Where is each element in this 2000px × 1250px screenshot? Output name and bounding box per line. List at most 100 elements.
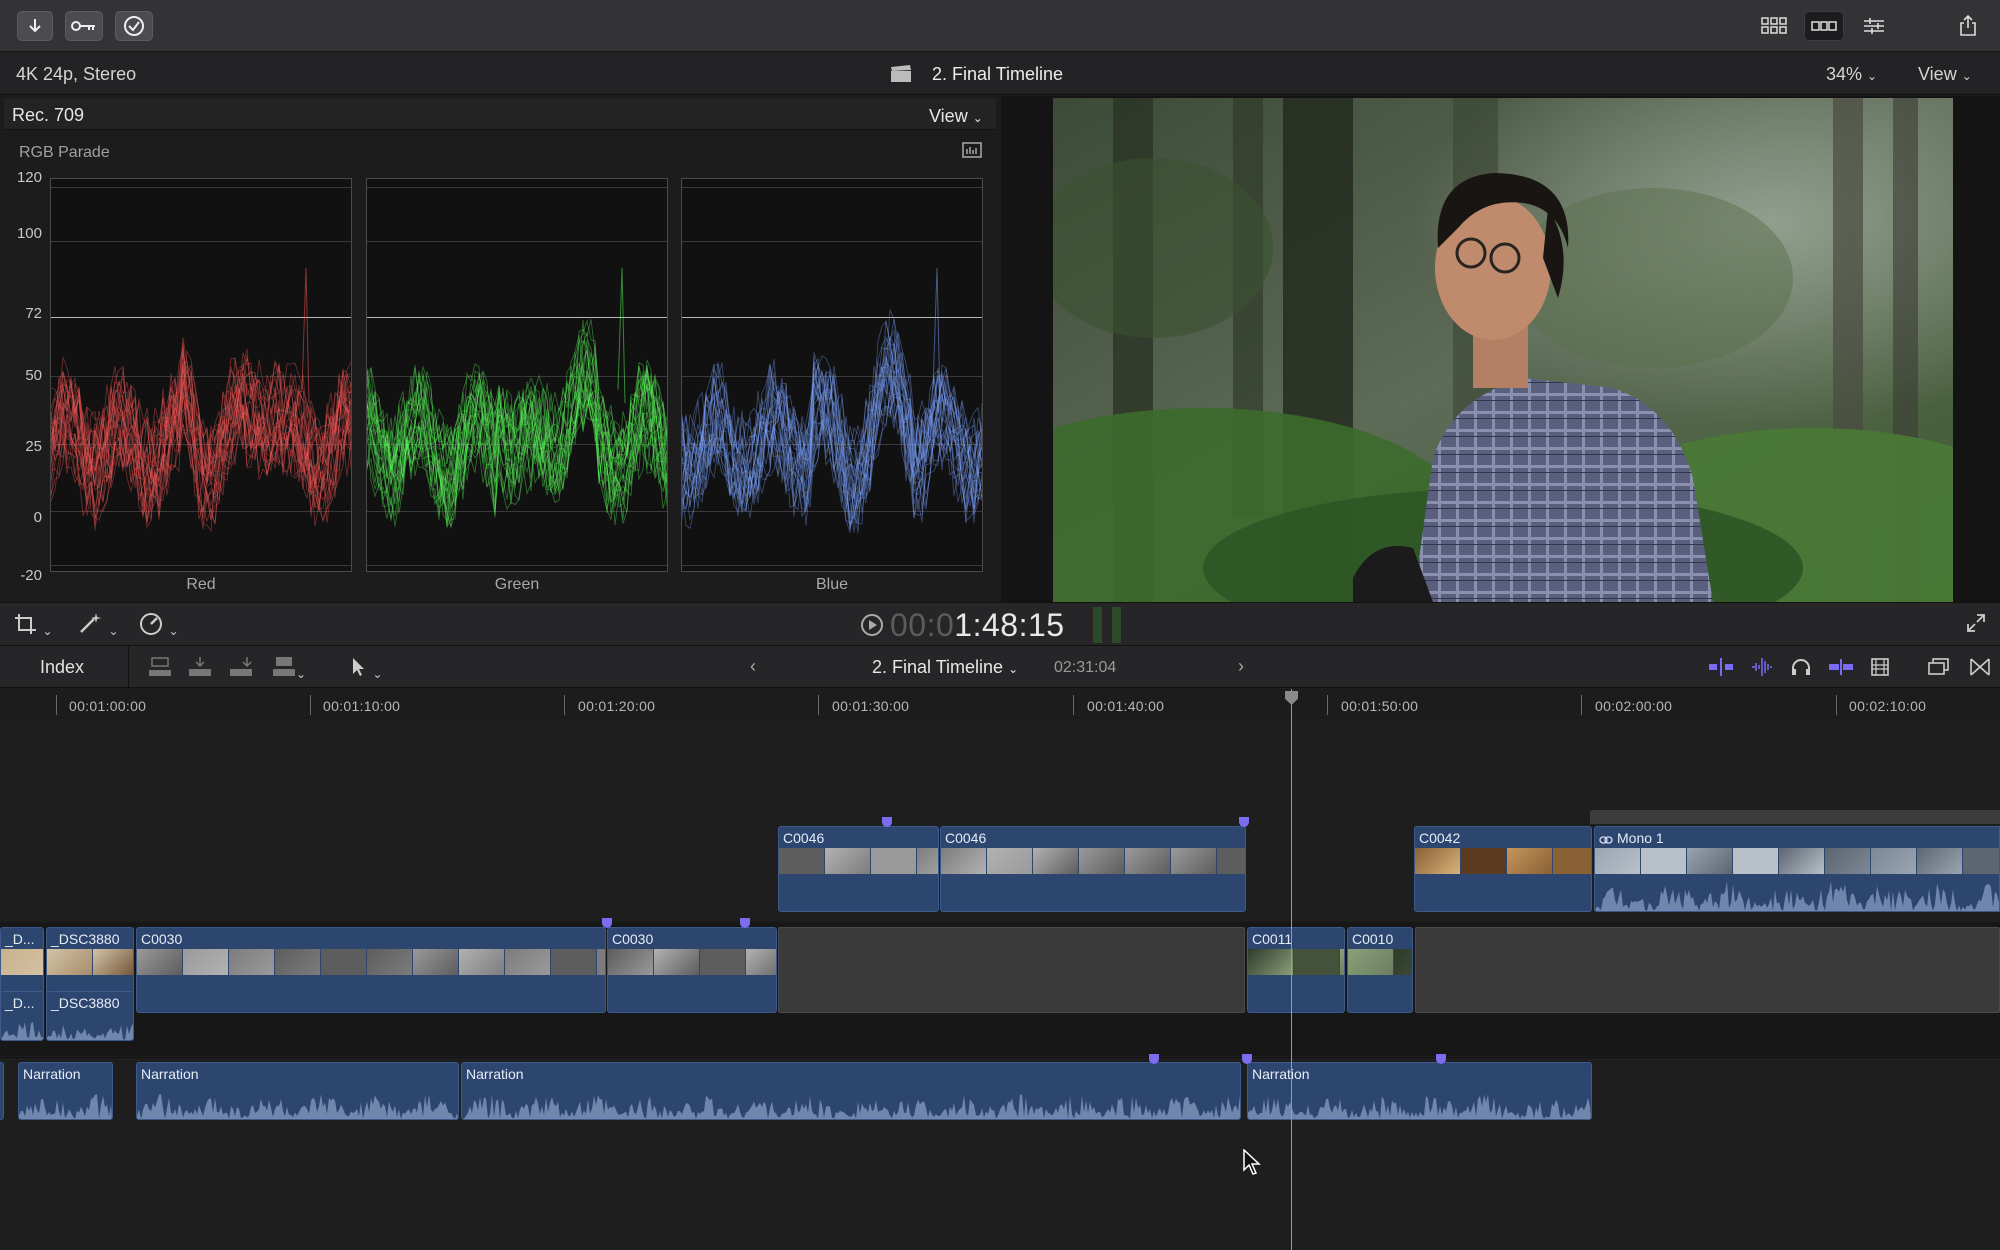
clip-marker[interactable] [882,817,892,827]
select-tool-button[interactable]: ⌄ [350,656,383,683]
solo-button[interactable] [1790,658,1812,681]
zoom-popup[interactable]: 34% ⌄ [1826,64,1877,85]
clip-thumbnails [1248,949,1344,975]
gap-clip[interactable] [778,927,1245,1013]
effects-icon [1970,658,1990,680]
waveform-trace [682,267,982,533]
history-back-button[interactable]: ‹ [750,656,756,677]
ruler-label: 00:01:50:00 [1341,698,1419,714]
timeline-ruler[interactable]: 00:01:00:00 00:01:10:00 00:01:20:00 00:0… [0,689,2000,719]
audio-clip[interactable]: _D... [0,991,44,1041]
timeline-title-menu[interactable]: 2. Final Timeline ⌄ [872,657,1018,678]
clip-name: _D... [5,995,35,1011]
key-icon [71,20,97,32]
primary-clip[interactable]: C0010 [1347,927,1413,1013]
chevron-down-icon: ⌄ [972,111,983,125]
clip-marker[interactable] [602,918,612,928]
browser-toggle-button[interactable] [1754,11,1794,41]
scope-settings-button[interactable] [962,142,982,165]
audio-clip[interactable] [0,1062,4,1120]
magic-wand-icon [78,613,104,639]
viewer[interactable] [1001,96,2000,602]
ruler-tick [818,695,819,715]
clip-marker[interactable] [1149,1054,1159,1064]
skimming-button[interactable] [1708,658,1734,681]
gap-clip[interactable] [1415,927,2000,1013]
snapping-icon [1828,659,1854,680]
y-tick: 72 [25,305,42,322]
y-tick: 0 [33,509,42,526]
keyword-button[interactable] [65,11,103,41]
clip-thumbnails [1415,848,1591,874]
y-tick: 25 [25,438,42,455]
clip-name: Narration [466,1066,524,1082]
timeline-toggle-button[interactable] [1804,11,1844,41]
project-title: 2. Final Timeline [932,64,1064,84]
audio-skimming-button[interactable] [1750,658,1776,681]
connected-clip[interactable]: C0046 [940,826,1246,912]
inspector-toggle-button[interactable] [1854,11,1894,41]
clip-marker[interactable] [1436,1054,1446,1064]
insert-icon [188,657,212,682]
snapping-button[interactable] [1828,658,1854,681]
monitor-icon [1928,658,1950,680]
ruler-tick [310,695,311,715]
audio-clip[interactable]: _DSC3880 [46,991,134,1041]
narration-clip[interactable]: Narration [136,1062,459,1120]
viewer-view-menu[interactable]: View ⌄ [1918,64,1972,85]
background-tasks-button[interactable] [115,11,153,41]
zoom-value: 34% [1826,64,1863,84]
clip-waveform [1595,881,1999,911]
timeline-index-button[interactable] [1928,658,1950,681]
chevron-down-icon: ⌄ [372,667,383,681]
connect-icon [148,657,172,682]
fullscreen-button[interactable] [1966,613,1986,638]
clip-thumbnails [941,848,1245,874]
checkmark-icon [123,15,145,37]
primary-clip[interactable]: C0030 [607,927,777,1013]
clip-marker[interactable] [1239,817,1249,827]
primary-clip[interactable]: C0011 [1247,927,1345,1013]
share-button[interactable] [1950,11,1986,41]
timeline-area[interactable]: C0046 C0046 C0042 Mono 1 _D... _DSC3880 … [0,689,2000,1250]
timecode-display[interactable]: 00:01:48:15 [890,607,1065,644]
clip-marker[interactable] [740,918,750,928]
connect-clip-button[interactable] [148,656,172,683]
enhance-tool-button[interactable]: ⌄ [78,611,119,640]
format-label: 4K 24p, Stereo [16,64,137,84]
insert-clip-button[interactable] [188,656,212,683]
chevron-right-icon: › [1238,656,1244,676]
compound-clip-bar [1590,810,2000,824]
narration-clip[interactable]: Narration [1247,1062,1592,1120]
chevron-down-icon: ⌄ [1961,69,1972,83]
connected-clip[interactable]: C0046 [778,826,939,912]
effects-browser-button[interactable] [1970,658,1990,681]
playhead[interactable] [1291,689,1292,1250]
scope-view-menu[interactable]: View ⌄ [929,106,983,127]
video-scopes: Rec. 709 View ⌄ RGB Parade 120 100 72 50… [0,96,1000,602]
transform-tool-button[interactable]: ⌄ [14,613,53,640]
clip-thumbnails [1348,949,1412,975]
scope-type-label: RGB Parade [19,144,110,161]
history-forward-button[interactable]: › [1238,656,1244,677]
overwrite-clip-button[interactable]: ⌄ [272,656,306,683]
index-button[interactable]: Index [40,657,84,678]
red-panel-label: Red [186,576,216,593]
play-icon [860,614,884,641]
connected-clip[interactable]: C0042 [1414,826,1592,912]
play-button[interactable] [860,613,884,642]
lane-divider [0,1057,2000,1058]
clip-waveform [137,1094,458,1119]
retime-button[interactable]: ⌄ [138,611,179,640]
clip-appearance-button[interactable] [1870,657,1890,682]
narration-clip[interactable]: Narration [461,1062,1241,1120]
narration-clip[interactable]: Narration [18,1062,113,1120]
append-clip-button[interactable] [229,656,253,683]
import-button[interactable] [17,11,53,41]
timeline-title: 2. Final Timeline [872,657,1004,677]
connected-clip[interactable]: Mono 1 [1594,826,2000,912]
clip-marker[interactable] [1242,1054,1252,1064]
primary-clip[interactable]: C0030 [136,927,606,1013]
down-arrow-icon [27,17,43,35]
scope-header: Rec. 709 View ⌄ [4,98,996,130]
